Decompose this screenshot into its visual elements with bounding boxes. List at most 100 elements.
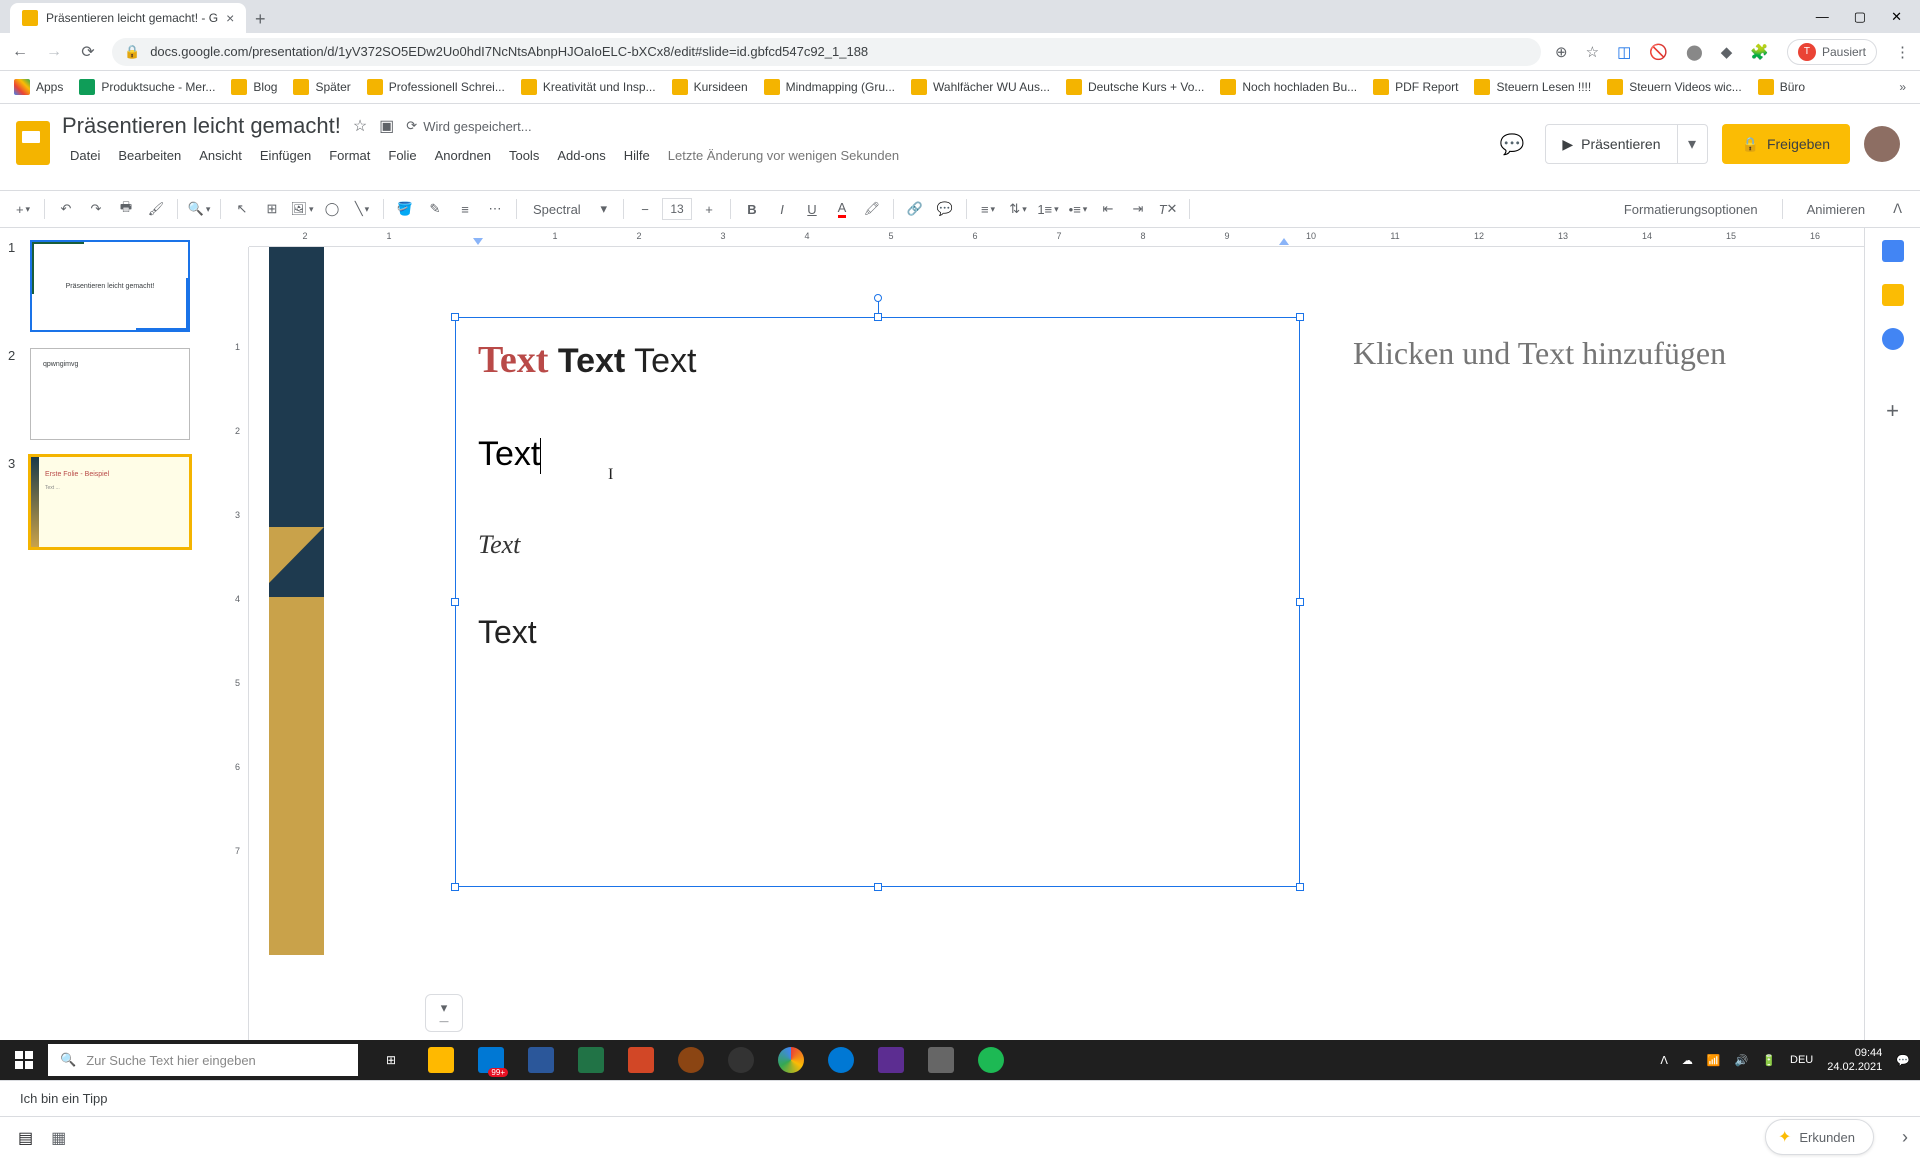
bookmark-item[interactable]: Produktsuche - Mer... (79, 79, 215, 95)
resize-handle[interactable] (1296, 598, 1304, 606)
clear-format-button[interactable]: T✕ (1155, 196, 1181, 222)
autofit-button[interactable]: ▾— (425, 994, 463, 1032)
last-edit-text[interactable]: Letzte Änderung vor wenigen Sekunden (660, 148, 899, 163)
selected-textbox[interactable]: Text Text Text Text I Text Text (455, 317, 1300, 887)
bookmark-item[interactable]: Kursideen (672, 79, 748, 95)
explore-button[interactable]: ✦ Erkunden (1765, 1119, 1874, 1155)
resize-handle[interactable] (451, 598, 459, 606)
star-doc-icon[interactable]: ☆ (353, 116, 367, 136)
resize-handle[interactable] (1296, 883, 1304, 891)
resize-handle[interactable] (451, 883, 459, 891)
indent-decrease-button[interactable]: ⇤ (1095, 196, 1121, 222)
wifi-icon[interactable]: 📶 (1707, 1054, 1721, 1067)
horizontal-ruler[interactable]: 2 1 1 2 3 4 5 6 7 8 9 10 11 12 13 14 15 … (249, 228, 1864, 247)
paint-format-button[interactable]: 🖌 (143, 196, 169, 222)
apps-bookmark[interactable]: Apps (14, 79, 63, 95)
grid-view-button[interactable]: ▦ (51, 1128, 66, 1148)
text-color-button[interactable]: A (829, 196, 855, 222)
bookmark-item[interactable]: PDF Report (1373, 79, 1458, 95)
redo-button[interactable]: ↷ (83, 196, 109, 222)
taskbar-app[interactable] (518, 1040, 564, 1080)
zoom-icon[interactable]: ⊕ (1555, 43, 1568, 61)
slide-canvas[interactable]: 2 1 1 2 3 4 5 6 7 8 9 10 11 12 13 14 15 … (230, 228, 1864, 1080)
clock[interactable]: 09:44 24.02.2021 (1827, 1046, 1882, 1075)
border-dash-button[interactable]: ⋯ (482, 196, 508, 222)
taskbar-app[interactable] (968, 1040, 1014, 1080)
close-window-icon[interactable]: ✕ (1891, 9, 1902, 25)
print-button[interactable]: 🖶 (113, 196, 139, 222)
slide-stage[interactable]: Text Text Text Text I Text Text ▾— Klick… (249, 247, 1864, 1080)
shape-tool[interactable]: ◯ (319, 196, 345, 222)
font-size-input[interactable]: 13 (662, 198, 692, 220)
animate-button[interactable]: Animieren (1801, 198, 1872, 221)
reload-button[interactable]: ⟳ (78, 42, 98, 62)
resize-handle[interactable] (451, 313, 459, 321)
comment-add-button[interactable]: 💬 (932, 196, 958, 222)
taskbar-app[interactable] (618, 1040, 664, 1080)
bookmark-item[interactable]: Später (293, 79, 350, 95)
taskbar-app[interactable]: 99+ (468, 1040, 514, 1080)
bold-button[interactable]: B (739, 196, 765, 222)
textbox-content[interactable]: Text Text Text Text I Text Text (456, 318, 1299, 669)
ext2-icon[interactable]: ⬤ (1686, 43, 1703, 61)
resize-handle[interactable] (874, 883, 882, 891)
font-size-decrease[interactable]: − (632, 196, 658, 222)
link-button[interactable]: 🔗 (902, 196, 928, 222)
add-addon-icon[interactable]: + (1886, 398, 1899, 424)
language-indicator[interactable]: DEU (1790, 1054, 1813, 1066)
maximize-icon[interactable]: ▢ (1854, 9, 1866, 25)
qr-icon[interactable]: ◫ (1617, 43, 1631, 61)
vertical-ruler[interactable]: 1 2 3 4 5 6 7 (230, 247, 249, 1080)
border-color-button[interactable]: ✎ (422, 196, 448, 222)
tasks-icon[interactable] (1882, 328, 1904, 350)
menu-datei[interactable]: Datei (62, 144, 108, 167)
undo-button[interactable]: ↶ (53, 196, 79, 222)
zoom-button[interactable]: 🔍 (186, 196, 212, 222)
new-slide-button[interactable]: + (10, 196, 36, 222)
numbered-list-button[interactable]: 1≡ (1035, 196, 1061, 222)
menu-ansicht[interactable]: Ansicht (191, 144, 250, 167)
bookmark-item[interactable]: Blog (231, 79, 277, 95)
indent-marker-right[interactable] (1279, 238, 1289, 245)
taskbar-app[interactable] (568, 1040, 614, 1080)
line-tool[interactable]: ╲ (349, 196, 375, 222)
menu-anordnen[interactable]: Anordnen (427, 144, 499, 167)
url-input[interactable]: 🔒 docs.google.com/presentation/d/1yV372S… (112, 38, 1541, 66)
chrome-menu-icon[interactable]: ⋮ (1895, 43, 1910, 61)
line-spacing-button[interactable]: ⇅ (1005, 196, 1031, 222)
calendar-icon[interactable] (1882, 240, 1904, 262)
notes-placeholder[interactable]: Klicken und Text hinzufügen (1353, 335, 1726, 372)
bookmark-item[interactable]: Büro (1758, 79, 1805, 95)
star-icon[interactable]: ☆ (1586, 43, 1599, 61)
format-options-button[interactable]: Formatierungsoptionen (1618, 198, 1764, 221)
font-family-select[interactable]: Spectral▾ (525, 201, 615, 217)
ext1-icon[interactable]: 🚫 (1649, 43, 1668, 61)
present-dropdown[interactable]: ▾ (1677, 125, 1707, 163)
back-button[interactable]: ← (10, 43, 30, 61)
bookmark-item[interactable]: Kreativität und Insp... (521, 79, 656, 95)
taskbar-app[interactable] (718, 1040, 764, 1080)
select-tool[interactable]: ↖ (229, 196, 255, 222)
menu-addons[interactable]: Add-ons (549, 144, 613, 167)
new-tab-button[interactable]: + (246, 5, 274, 33)
volume-icon[interactable]: 🔊 (1735, 1054, 1749, 1067)
slides-logo[interactable] (8, 118, 58, 168)
menu-format[interactable]: Format (321, 144, 378, 167)
forward-button[interactable]: → (44, 43, 64, 61)
menu-einfuegen[interactable]: Einfügen (252, 144, 319, 167)
fill-color-button[interactable]: 🪣 (392, 196, 418, 222)
share-button[interactable]: 🔒Freigeben (1722, 124, 1850, 164)
profile-avatar[interactable] (1864, 126, 1900, 162)
taskbar-app-chrome[interactable] (768, 1040, 814, 1080)
taskbar-app[interactable] (418, 1040, 464, 1080)
speaker-notes-pane[interactable]: Ich bin ein Tipp (0, 1080, 1920, 1116)
slide-thumbnail-2[interactable]: qpwngimvg (30, 348, 190, 440)
bookmark-item[interactable]: Mindmapping (Gru... (764, 79, 895, 95)
bookmark-item[interactable]: Steuern Lesen !!!! (1474, 79, 1591, 95)
textbox-tool[interactable]: ⊞ (259, 196, 285, 222)
close-tab-icon[interactable]: × (226, 10, 234, 26)
taskbar-app[interactable] (668, 1040, 714, 1080)
highlight-button[interactable]: 🖍 (859, 196, 885, 222)
italic-button[interactable]: I (769, 196, 795, 222)
menu-hilfe[interactable]: Hilfe (616, 144, 658, 167)
